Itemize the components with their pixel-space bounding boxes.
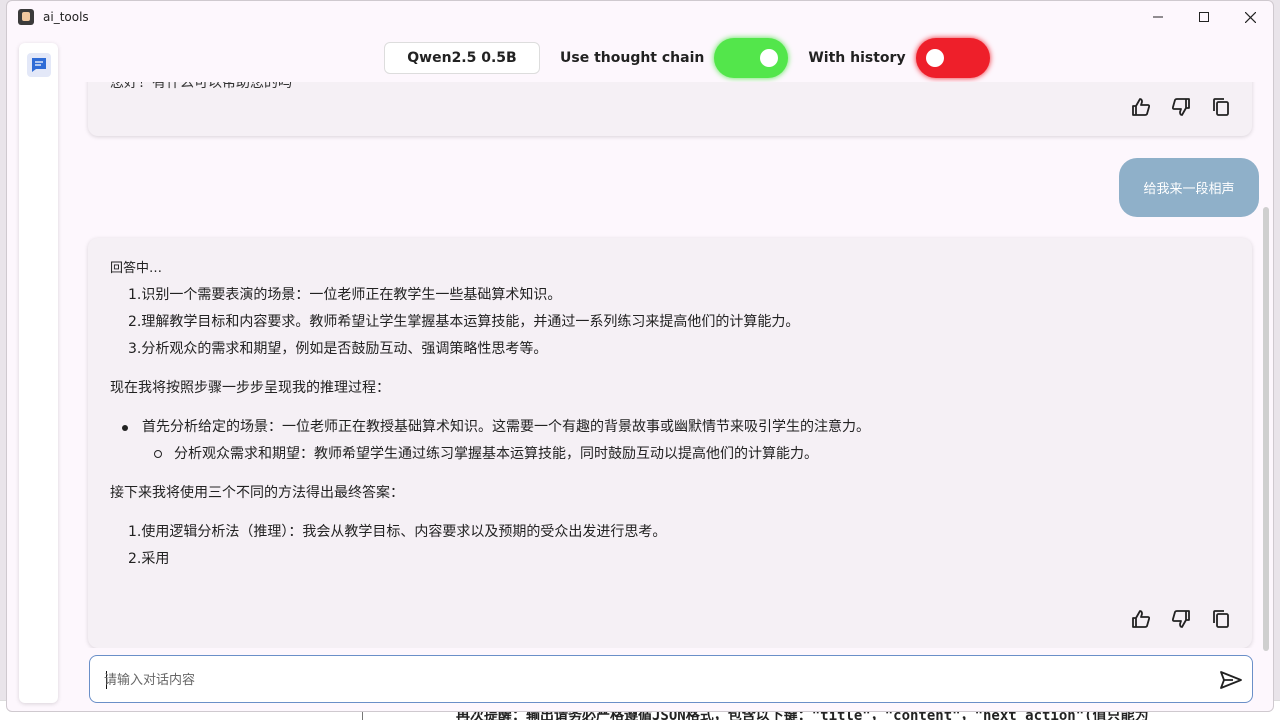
send-button[interactable] <box>1218 668 1244 692</box>
assistant-message: 回答中… 1.识别一个需要表演的场景：一位老师正在教学生一些基础算术知识。 2.… <box>88 238 1252 648</box>
copy-icon <box>1213 98 1229 116</box>
paragraph: 现在我将按照步骤一步步呈现我的推理过程： <box>110 380 390 396</box>
toggle-knob <box>760 49 779 67</box>
history-label: With history <box>808 50 906 66</box>
thought-chain-toggle[interactable] <box>714 38 789 78</box>
message-input[interactable] <box>104 668 1204 692</box>
paragraph: 接下来我将使用三个不同的方法得出最终答案： <box>110 485 404 501</box>
thumbs-up-icon <box>1132 610 1151 628</box>
list-item: 分析观众需求和期望：教师希望学生通过练习掌握基本运算技能，同时鼓励互动以提高他们… <box>110 441 1232 468</box>
thought-chain-label: Use thought chain <box>560 50 705 66</box>
list-item: 1.识别一个需要表演的场景：一位老师正在教学生一些基础算术知识。 <box>128 287 562 303</box>
message-actions <box>1130 608 1232 630</box>
dislike-button[interactable] <box>1170 608 1192 630</box>
dislike-button[interactable] <box>1170 96 1192 118</box>
chat-scrollbar[interactable] <box>1263 207 1269 651</box>
copy-button[interactable] <box>1210 96 1232 118</box>
user-message: 给我来一段相声 <box>1119 158 1259 217</box>
thumbs-down-icon <box>1171 610 1190 628</box>
like-button[interactable] <box>1130 608 1152 630</box>
maximize-button[interactable] <box>1181 1 1227 33</box>
window-controls <box>1135 1 1273 33</box>
list-item: 2.采用 <box>128 551 170 567</box>
message-actions <box>1130 96 1232 118</box>
top-toolbar: Qwen2.5 0.5B Use thought chain With hist… <box>384 38 990 78</box>
sidebar <box>19 43 58 703</box>
list-item: 首先分析给定的场景：一位老师正在教授基础算术知识。这需要一个有趣的背景故事或幽默… <box>110 414 1232 441</box>
thumbs-down-icon <box>1171 98 1190 116</box>
copy-button[interactable] <box>1210 608 1232 630</box>
chat-nav-button[interactable] <box>27 53 51 77</box>
toggle-knob <box>925 49 944 67</box>
maximize-icon <box>1199 12 1209 22</box>
answering-status: 回答中… <box>110 261 163 276</box>
message-text: 您好！有什么可以帮助您的吗 <box>110 82 292 91</box>
like-button[interactable] <box>1130 96 1152 118</box>
minimize-button[interactable] <box>1135 1 1181 33</box>
list-item: 2.理解教学目标和内容要求。教师希望让学生掌握基本运算技能，并通过一系列练习来提… <box>128 314 800 330</box>
send-icon <box>1220 671 1242 689</box>
app-window: ai_tools Qwen2.5 0.5B Use thought chain <box>6 0 1274 712</box>
history-toggle[interactable] <box>915 38 990 78</box>
close-button[interactable] <box>1227 1 1273 33</box>
title-bar: ai_tools <box>7 1 1273 33</box>
list-item: 3.分析观众的需求和期望，例如是否鼓励互动、强调策略性思考等。 <box>128 341 548 357</box>
assistant-message: 您好！有什么可以帮助您的吗 <box>88 82 1252 136</box>
minimize-icon <box>1153 16 1163 18</box>
thumbs-up-icon <box>1132 98 1151 116</box>
app-icon <box>18 9 34 25</box>
message-text: 回答中… 1.识别一个需要表演的场景：一位老师正在教学生一些基础算术知识。 2.… <box>110 260 1232 573</box>
chat-area[interactable]: 您好！有什么可以帮助您的吗 给我来一段相声 回答中… 1.识别一个需要表演的场景… <box>67 82 1261 648</box>
model-selector[interactable]: Qwen2.5 0.5B <box>384 42 540 74</box>
list-item: 1.使用逻辑分析法（推理）：我会从教学目标、内容要求以及预期的受众出发进行思考。 <box>128 524 667 540</box>
chat-icon <box>32 58 46 72</box>
message-input-box <box>89 655 1253 703</box>
close-icon <box>1244 11 1256 23</box>
window-title: ai_tools <box>43 10 89 24</box>
copy-icon <box>1213 610 1229 628</box>
